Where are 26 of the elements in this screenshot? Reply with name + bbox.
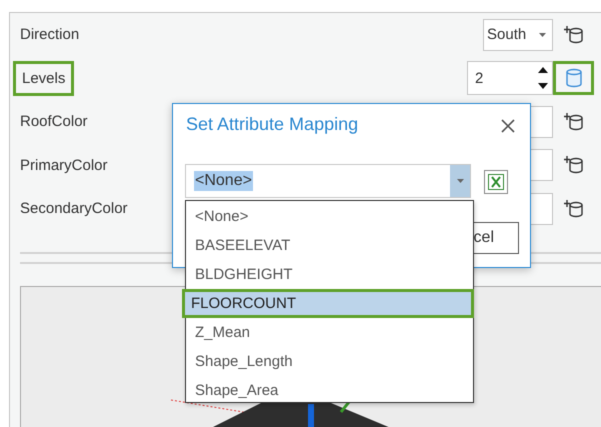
list-option[interactable]: FLOORCOUNT	[182, 289, 474, 318]
list-option[interactable]: Shape_Length	[186, 347, 473, 376]
attribute-dropdown[interactable]: <None>	[185, 164, 471, 198]
database-icon	[564, 68, 582, 88]
caret-icon	[456, 179, 464, 183]
list-option[interactable]: Z_Mean	[186, 318, 473, 347]
spin-arrows-icon	[538, 65, 548, 92]
property-label: SecondaryColor	[20, 200, 128, 218]
table-button[interactable]	[484, 170, 508, 194]
add-database-icon	[564, 155, 584, 176]
spreadsheet-icon	[488, 174, 504, 190]
list-option[interactable]: Shape_Area	[186, 376, 473, 405]
dropdown[interactable]: South	[483, 18, 553, 51]
close-icon	[501, 119, 515, 133]
add-database-icon	[564, 24, 584, 45]
property-label: RoofColor	[20, 113, 88, 130]
list-option[interactable]: BLDGHEIGHT	[186, 260, 473, 289]
caret-icon	[539, 32, 546, 37]
add-database-icon	[564, 112, 584, 132]
add-database-icon	[564, 198, 584, 219]
number-field[interactable]: 2	[467, 61, 553, 96]
property-label: Levels	[13, 60, 74, 96]
property-label: Direction	[20, 26, 80, 44]
dropdown-button[interactable]	[450, 165, 470, 197]
dialog-title: Set Attribute Mapping	[186, 114, 358, 135]
property-label: PrimaryColor	[20, 156, 108, 174]
